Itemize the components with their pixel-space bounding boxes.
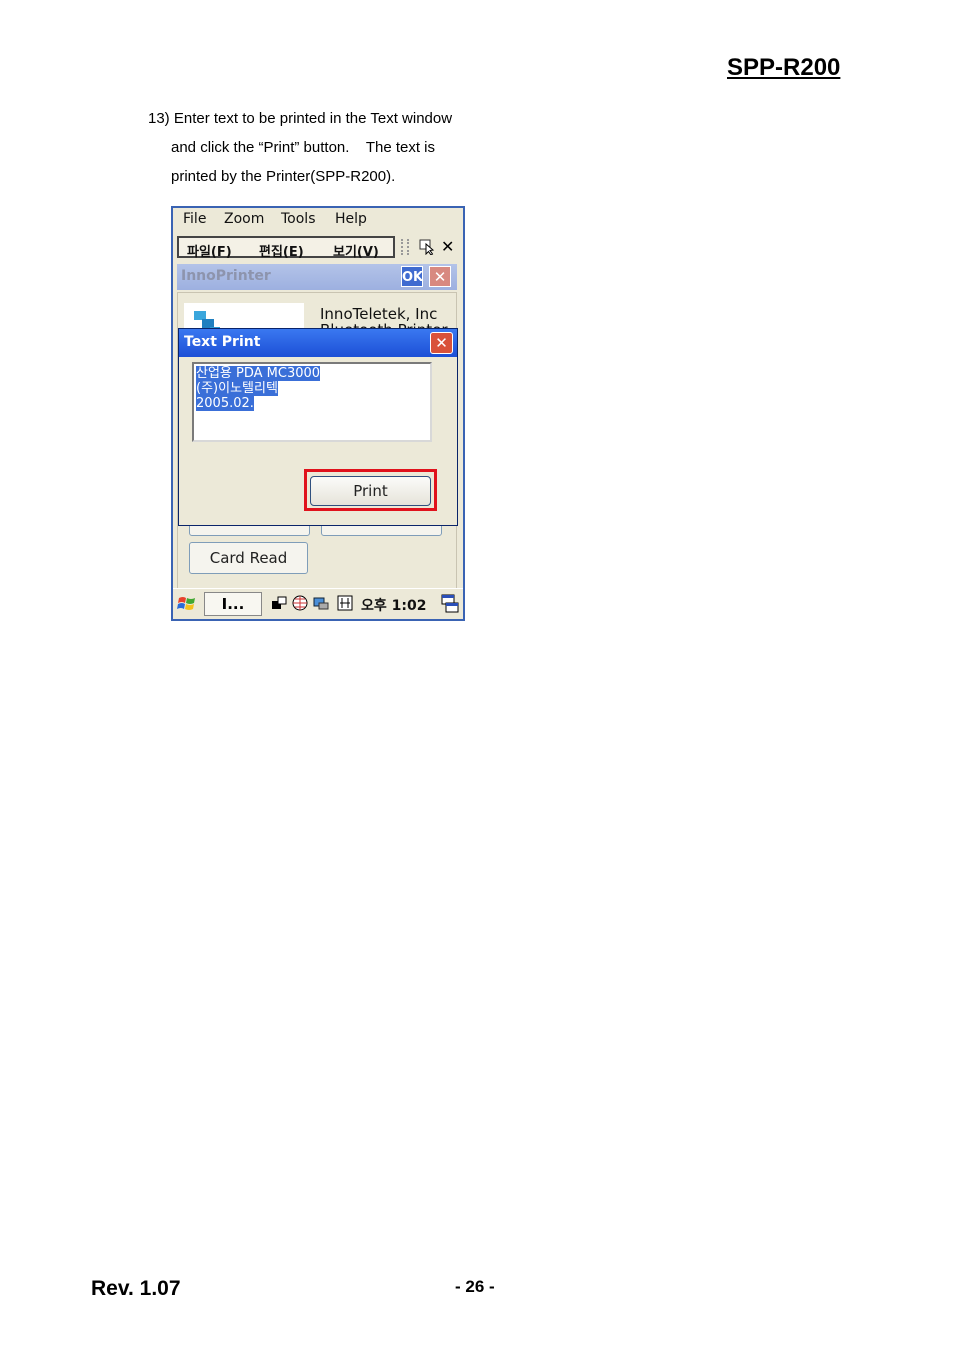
app-menu-view[interactable]: 보기(V)	[333, 241, 379, 260]
text-line-2: (주)이노텔리텍	[196, 381, 278, 396]
instruction-line-2: and click the “Print” button. The text i…	[171, 139, 436, 156]
text-print-dialog: Text Print ✕ 산업용 PDA MC3000 (주)이노텔리텍 200…	[178, 328, 458, 526]
menu-file[interactable]: File	[183, 211, 206, 227]
menu-help[interactable]: Help	[335, 211, 367, 227]
dialog-titlebar: Text Print ✕	[179, 329, 457, 357]
windows-start-icon[interactable]	[177, 594, 197, 614]
connection-icon[interactable]	[271, 595, 287, 611]
pointer-icon[interactable]	[419, 239, 435, 255]
network-icon[interactable]	[292, 595, 308, 611]
instruction-line-1: 13) Enter text to be printed in the Text…	[148, 110, 453, 127]
text-input-area[interactable]: 산업용 PDA MC3000 (주)이노텔리텍 2005.02.	[192, 362, 432, 442]
ie-menubar: File Zoom Tools Help	[173, 208, 463, 234]
close-icon[interactable]: ✕	[441, 237, 454, 256]
taskbar: I... 오후 1:02	[173, 588, 463, 619]
app-menubar: 파일(F) 편집(E) 보기(V) ✕	[175, 234, 461, 260]
innoprinter-title: InnoPrinter	[181, 268, 271, 284]
app-menu-file[interactable]: 파일(F)	[187, 241, 232, 260]
dialog-close-button[interactable]: ✕	[430, 332, 453, 354]
sync-icon[interactable]	[313, 595, 329, 611]
menu-zoom[interactable]: Zoom	[224, 211, 264, 227]
text-line-1: 산업용 PDA MC3000	[196, 366, 321, 381]
keyboard-icon[interactable]	[337, 595, 353, 611]
menu-tools[interactable]: Tools	[281, 211, 316, 227]
app-menu-group: 파일(F) 편집(E) 보기(V)	[177, 236, 395, 260]
page-number: - 26 -	[455, 1277, 495, 1296]
dialog-title: Text Print	[184, 334, 261, 350]
pda-screenshot: File Zoom Tools Help 파일(F) 편집(E) 보기(V) ✕…	[171, 206, 465, 621]
window-close-button[interactable]: ✕	[429, 266, 451, 287]
ok-button[interactable]: OK	[401, 266, 423, 287]
revision-label: Rev. 1.07	[91, 1277, 181, 1300]
print-button[interactable]: Print	[310, 476, 431, 506]
clock[interactable]: 오후 1:02	[361, 595, 426, 615]
toolbar-grip-icon[interactable]	[401, 239, 409, 255]
text-line-3: 2005.02.	[196, 396, 254, 411]
app-menu-edit[interactable]: 편집(E)	[259, 241, 304, 260]
card-read-button[interactable]: Card Read	[189, 542, 308, 574]
taskbar-app-button[interactable]: I...	[204, 592, 262, 616]
show-desktop-icon[interactable]	[441, 594, 459, 614]
document-title: SPP-R200	[727, 54, 841, 81]
instruction-line-3: printed by the Printer(SPP-R200).	[171, 168, 396, 185]
innoprinter-titlebar: InnoPrinter OK ✕	[177, 264, 457, 290]
